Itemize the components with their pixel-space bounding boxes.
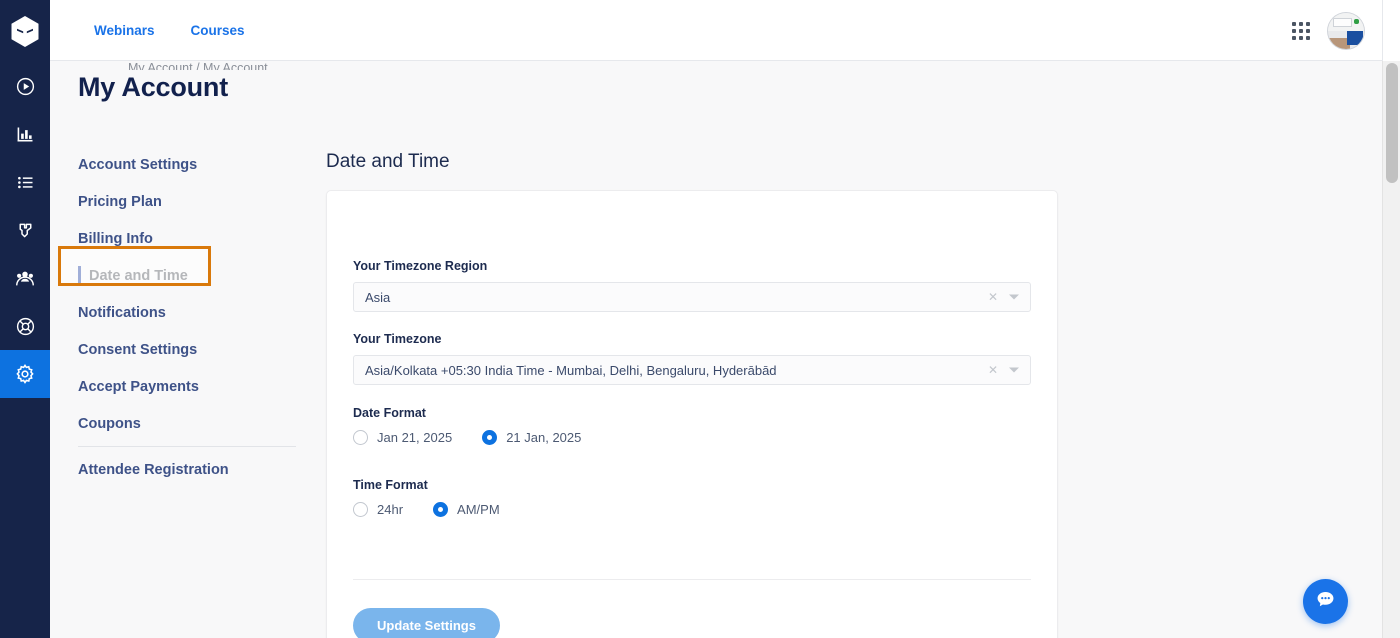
time-format-label: Time Format <box>353 478 428 492</box>
sidebar-item-coupons[interactable]: Coupons <box>78 405 318 442</box>
hexagon-logo-icon[interactable] <box>0 0 50 62</box>
user-avatar[interactable] <box>1328 12 1364 49</box>
sidebar-item-label: Notifications <box>78 304 166 321</box>
sidebar-item-label: Consent Settings <box>78 341 198 358</box>
sidebar-item-label: Accept Payments <box>78 378 199 395</box>
sidebar-item-consent-settings[interactable]: Consent Settings <box>78 331 318 368</box>
date-format-option-dayfirst[interactable]: 21 Jan, 2025 <box>482 430 581 445</box>
play-circle-icon <box>15 76 36 97</box>
rail-item-content[interactable] <box>0 158 50 206</box>
time-format-group: Time Format 24hr AM/PM <box>353 478 500 517</box>
topbar-right-edge <box>1382 0 1400 61</box>
top-tabs: Webinars Courses <box>76 0 263 66</box>
sidebar-item-label: Date and Time <box>89 267 188 284</box>
sidebar-item-label: Attendee Registration <box>78 461 229 478</box>
panel-title: Date and Time <box>326 151 450 172</box>
update-settings-button[interactable]: Update Settings <box>353 608 500 638</box>
sidebar-item-date-and-time[interactable]: Date and Time <box>58 246 318 294</box>
tab-webinars-label: Webinars <box>94 23 155 38</box>
timezone-region-field: Your Timezone Region Asia ✕ <box>353 259 1031 312</box>
date-format-options: Jan 21, 2025 21 Jan, 2025 <box>353 430 581 445</box>
date-time-settings-card: Your Timezone Region Asia ✕ Your Timezon… <box>326 190 1058 638</box>
sidebar-item-label: Pricing Plan <box>78 193 162 210</box>
sidebar-item-label: Coupons <box>78 415 141 432</box>
time-format-option-24hr[interactable]: 24hr <box>353 502 403 517</box>
chat-bubble-icon <box>1314 588 1337 616</box>
chat-support-button[interactable] <box>1303 579 1348 624</box>
tab-courses[interactable]: Courses <box>173 0 263 61</box>
active-indicator-bar <box>78 266 81 284</box>
radio-icon-selected <box>482 430 498 445</box>
sidebar-item-attendee-registration[interactable]: Attendee Registration <box>78 451 318 488</box>
clear-x-icon[interactable]: ✕ <box>988 291 998 303</box>
date-format-label: Date Format <box>353 406 426 420</box>
sidebar-item-account-settings[interactable]: Account Settings <box>78 146 318 183</box>
people-icon <box>14 267 36 289</box>
lifebuoy-icon <box>15 316 36 337</box>
timezone-value: Asia/Kolkata +05:30 India Time - Mumbai,… <box>365 362 777 378</box>
left-icon-rail <box>0 0 50 638</box>
rail-item-support[interactable] <box>0 302 50 350</box>
clear-x-icon[interactable]: ✕ <box>988 364 998 376</box>
time-format-option-ampm[interactable]: AM/PM <box>433 502 500 517</box>
gear-icon <box>14 363 36 385</box>
tab-courses-label: Courses <box>190 23 245 38</box>
radio-label: Jan 21, 2025 <box>377 430 453 445</box>
top-bar: Webinars Courses <box>50 0 1382 66</box>
main-content: My Account / My Account My Account Accou… <box>50 61 1382 638</box>
avatar-blue-accent <box>1347 30 1363 45</box>
tab-webinars[interactable]: Webinars <box>76 0 173 66</box>
radio-label: AM/PM <box>457 502 500 517</box>
date-format-option-monthfirst[interactable]: Jan 21, 2025 <box>353 430 452 445</box>
funnel-network-icon <box>15 220 36 241</box>
bar-chart-icon <box>15 124 36 145</box>
rail-item-settings[interactable] <box>0 350 50 398</box>
chevron-down-icon[interactable] <box>1009 294 1019 300</box>
sidebar-item-label: Billing Info <box>78 230 153 247</box>
list-icon <box>15 172 36 193</box>
avatar-paper <box>1333 17 1352 27</box>
app-root: Webinars Courses My Account / My Account… <box>0 0 1400 638</box>
sidebar-item-accept-payments[interactable]: Accept Payments <box>78 368 318 405</box>
rail-item-funnels[interactable] <box>0 206 50 254</box>
timezone-field: Your Timezone Asia/Kolkata +05:30 India … <box>353 332 1031 385</box>
chevron-down-icon[interactable] <box>1009 367 1019 373</box>
timezone-select[interactable]: Asia/Kolkata +05:30 India Time - Mumbai,… <box>353 355 1031 385</box>
rail-item-webinars[interactable] <box>0 62 50 110</box>
timezone-region-label: Your Timezone Region <box>353 259 488 273</box>
timezone-region-select[interactable]: Asia ✕ <box>353 282 1031 312</box>
apps-grid-icon[interactable] <box>1292 21 1310 40</box>
page-scrollbar[interactable] <box>1382 61 1400 638</box>
sidebar-item-billing-info[interactable]: Billing Info <box>78 220 318 257</box>
radio-icon-selected <box>433 502 449 517</box>
sidebar-item-pricing-plan[interactable]: Pricing Plan <box>78 183 318 220</box>
radio-icon <box>353 430 368 445</box>
breadcrumb: My Account / My Account <box>128 61 268 70</box>
timezone-label: Your Timezone <box>353 332 442 346</box>
page-scrollbar-thumb[interactable] <box>1386 63 1398 183</box>
topbar-right-actions <box>1292 0 1364 61</box>
date-format-group: Date Format Jan 21, 2025 21 Jan, 2025 <box>353 406 581 445</box>
radio-label: 21 Jan, 2025 <box>506 430 582 445</box>
sidebar-item-label: Account Settings <box>78 156 198 173</box>
page-title: My Account <box>78 72 229 102</box>
sidebar-item-notifications[interactable]: Notifications <box>78 294 318 331</box>
sidebar-divider <box>78 446 296 447</box>
settings-nav: Account Settings Pricing Plan Billing In… <box>58 146 318 488</box>
time-format-options: 24hr AM/PM <box>353 502 500 517</box>
rail-item-contacts[interactable] <box>0 254 50 302</box>
timezone-region-value: Asia <box>365 289 391 305</box>
radio-label: 24hr <box>377 502 404 517</box>
rail-item-analytics[interactable] <box>0 110 50 158</box>
avatar-green-accent <box>1353 18 1359 24</box>
radio-icon <box>353 502 368 517</box>
card-divider <box>353 579 1031 580</box>
